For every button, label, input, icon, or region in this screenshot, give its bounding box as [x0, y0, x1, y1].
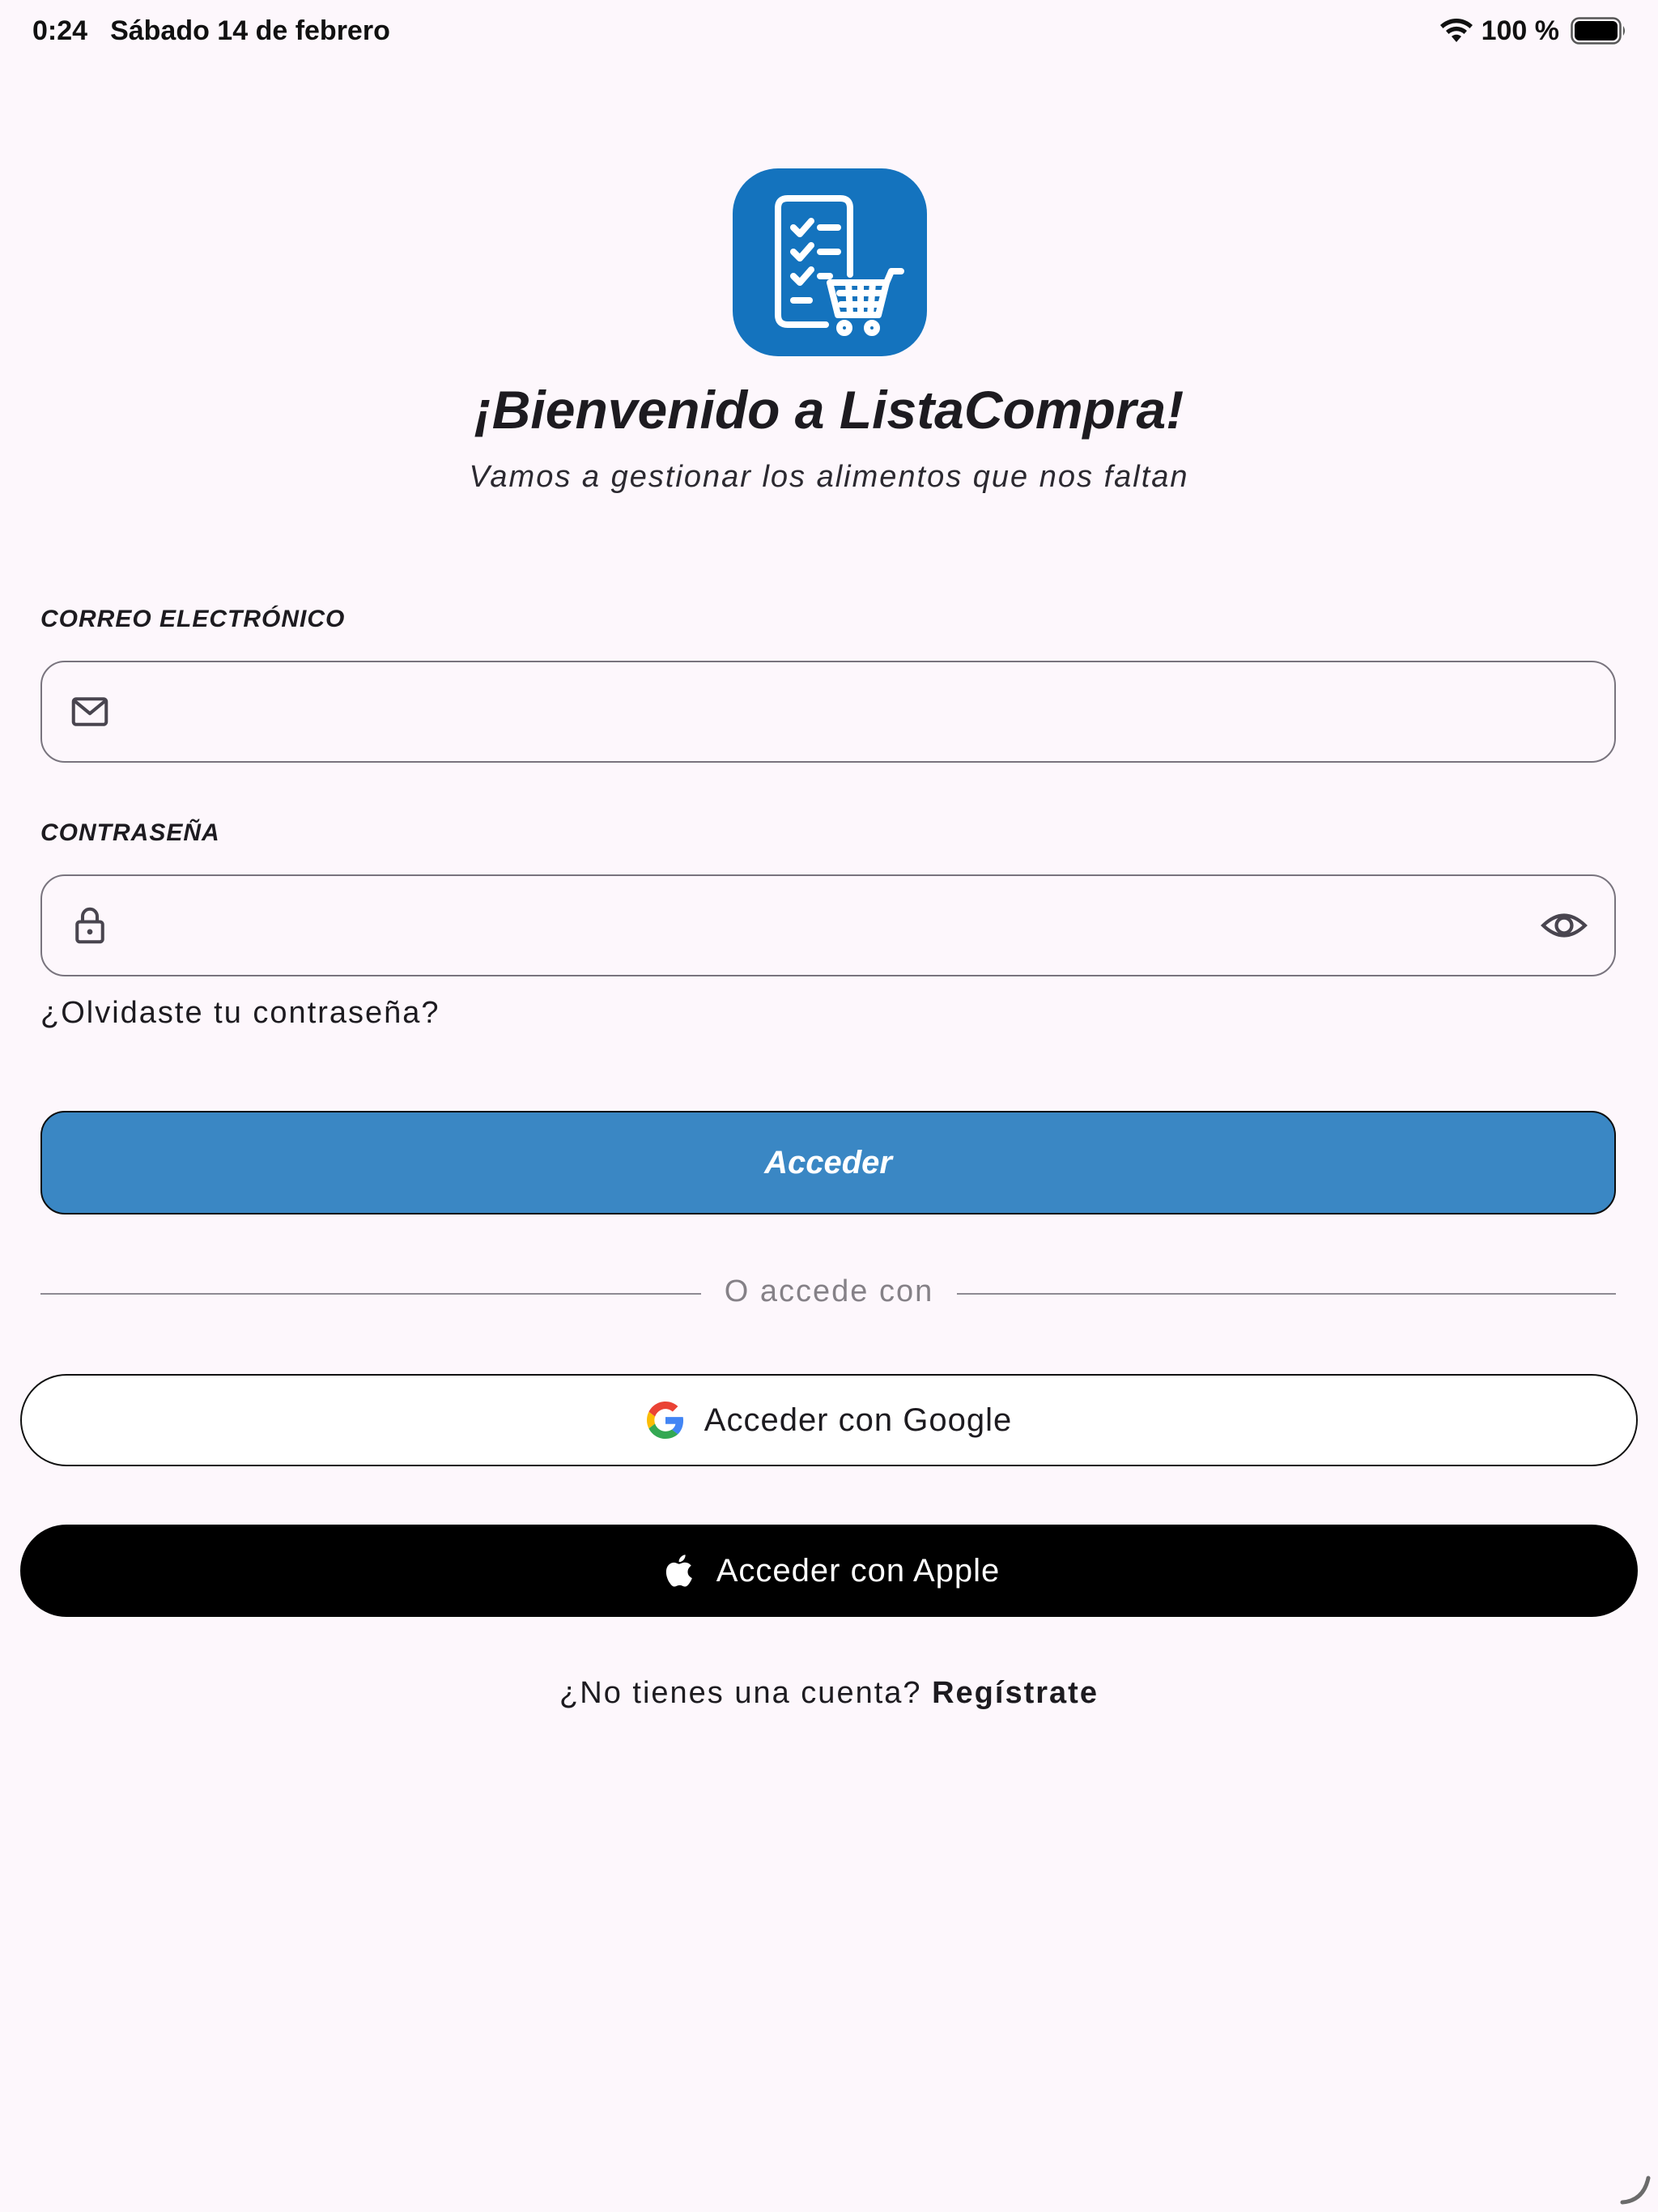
- email-field[interactable]: [40, 661, 1616, 763]
- google-login-label: Acceder con Google: [704, 1402, 1013, 1438]
- shopping-list-cart-icon: [775, 195, 904, 336]
- battery-icon: [1571, 17, 1625, 45]
- password-input[interactable]: [112, 876, 1538, 975]
- status-bar-right: 100 %: [1439, 11, 1627, 50]
- resize-handle-icon: [1620, 2176, 1651, 2205]
- divider-line-left: [40, 1293, 701, 1295]
- email-input[interactable]: [112, 662, 1614, 761]
- password-field[interactable]: [40, 874, 1616, 976]
- apple-icon: [658, 1551, 697, 1590]
- signup-prompt-text: ¿No tienes una cuenta?: [559, 1676, 922, 1710]
- apple-login-button[interactable]: Acceder con Apple: [20, 1525, 1638, 1617]
- mail-icon: [68, 690, 112, 734]
- signup-link[interactable]: Regístrate: [932, 1676, 1099, 1710]
- status-bar-left: 0:24 Sábado 14 de febrero: [32, 11, 390, 50]
- signup-prompt: ¿No tienes una cuenta? Regístrate: [0, 1676, 1658, 1711]
- divider-label: O accede con: [724, 1274, 934, 1308]
- battery-percentage: 100 %: [1481, 15, 1559, 46]
- lock-icon: [68, 904, 112, 947]
- welcome-title: ¡Bienvenido a ListaCompra!: [474, 380, 1184, 440]
- password-label: CONTRASEÑA: [40, 819, 220, 846]
- app-logo: [733, 168, 927, 356]
- google-icon: [646, 1401, 685, 1440]
- login-button[interactable]: Acceder: [40, 1111, 1616, 1214]
- apple-login-label: Acceder con Apple: [716, 1552, 1001, 1589]
- eye-icon[interactable]: [1538, 904, 1590, 947]
- welcome-subtitle: Vamos a gestionar los alimentos que nos …: [469, 460, 1189, 494]
- status-time: 0:24: [32, 15, 88, 46]
- google-login-button[interactable]: Acceder con Google: [20, 1374, 1638, 1466]
- wifi-icon: [1439, 19, 1473, 42]
- status-date: Sábado 14 de febrero: [110, 15, 390, 46]
- forgot-password-link[interactable]: ¿Olvidaste tu contraseña?: [40, 996, 440, 1031]
- email-label: CORREO ELECTRÓNICO: [40, 606, 346, 632]
- divider-line-right: [957, 1293, 1616, 1295]
